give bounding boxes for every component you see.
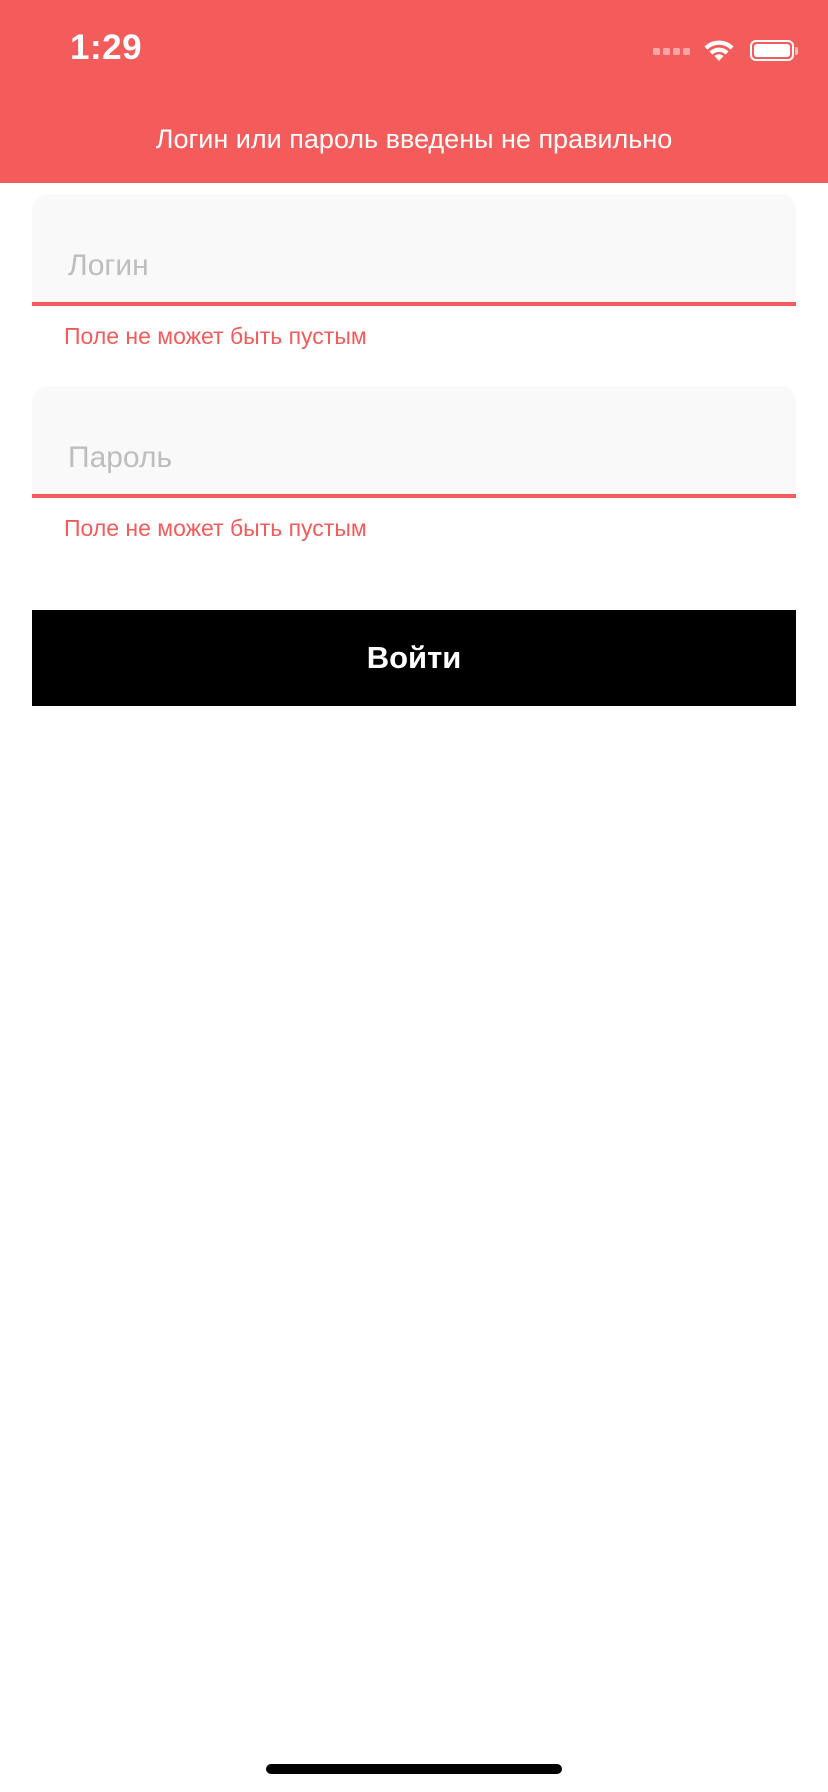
error-banner: 1:29 Логин или пароль введены не правиль… bbox=[0, 0, 828, 183]
login-input[interactable] bbox=[68, 246, 758, 286]
password-error-text: Поле не может быть пустым bbox=[64, 515, 367, 541]
home-indicator[interactable] bbox=[266, 1764, 562, 1774]
login-error-message: Логин или пароль введены не правильно bbox=[155, 124, 673, 154]
login-button[interactable]: Войти bbox=[32, 610, 796, 706]
wifi-icon bbox=[704, 40, 734, 61]
login-field[interactable] bbox=[32, 194, 796, 306]
cellular-signal-icon bbox=[653, 45, 690, 55]
password-field[interactable] bbox=[32, 386, 796, 498]
battery-icon bbox=[750, 39, 798, 61]
status-bar-time: 1:29 bbox=[70, 28, 143, 67]
password-input[interactable] bbox=[68, 438, 758, 478]
status-bar-icons bbox=[653, 36, 798, 64]
login-error-text: Поле не может быть пустым bbox=[64, 323, 367, 349]
